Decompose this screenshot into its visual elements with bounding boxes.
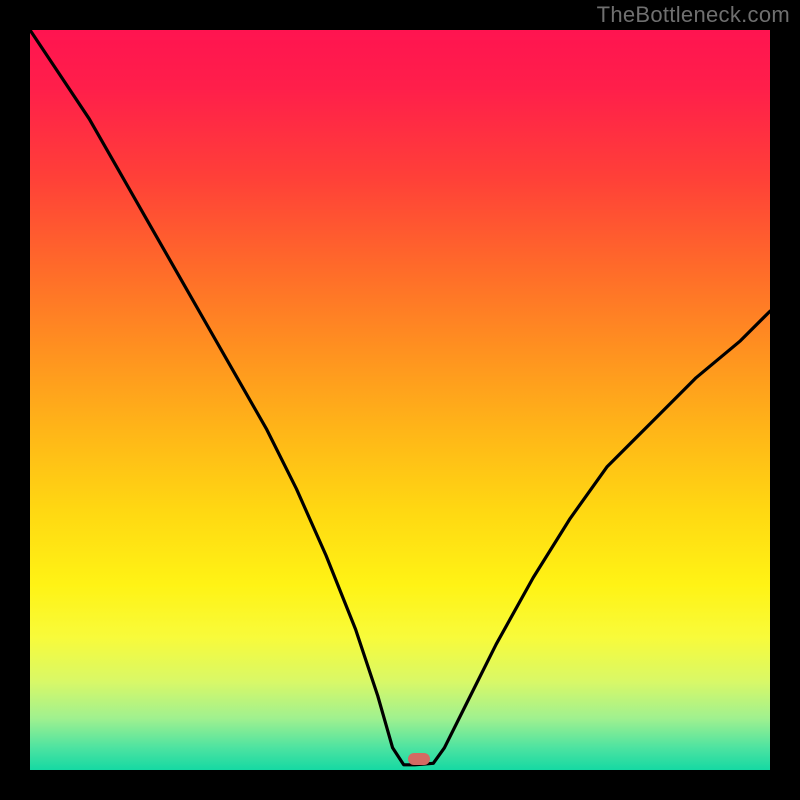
curve-path — [30, 30, 770, 765]
chart-stage: TheBottleneck.com — [0, 0, 800, 800]
marker-dot — [408, 753, 430, 765]
plot-area — [30, 30, 770, 770]
watermark-text: TheBottleneck.com — [597, 2, 790, 28]
bottleneck-curve — [30, 30, 770, 770]
